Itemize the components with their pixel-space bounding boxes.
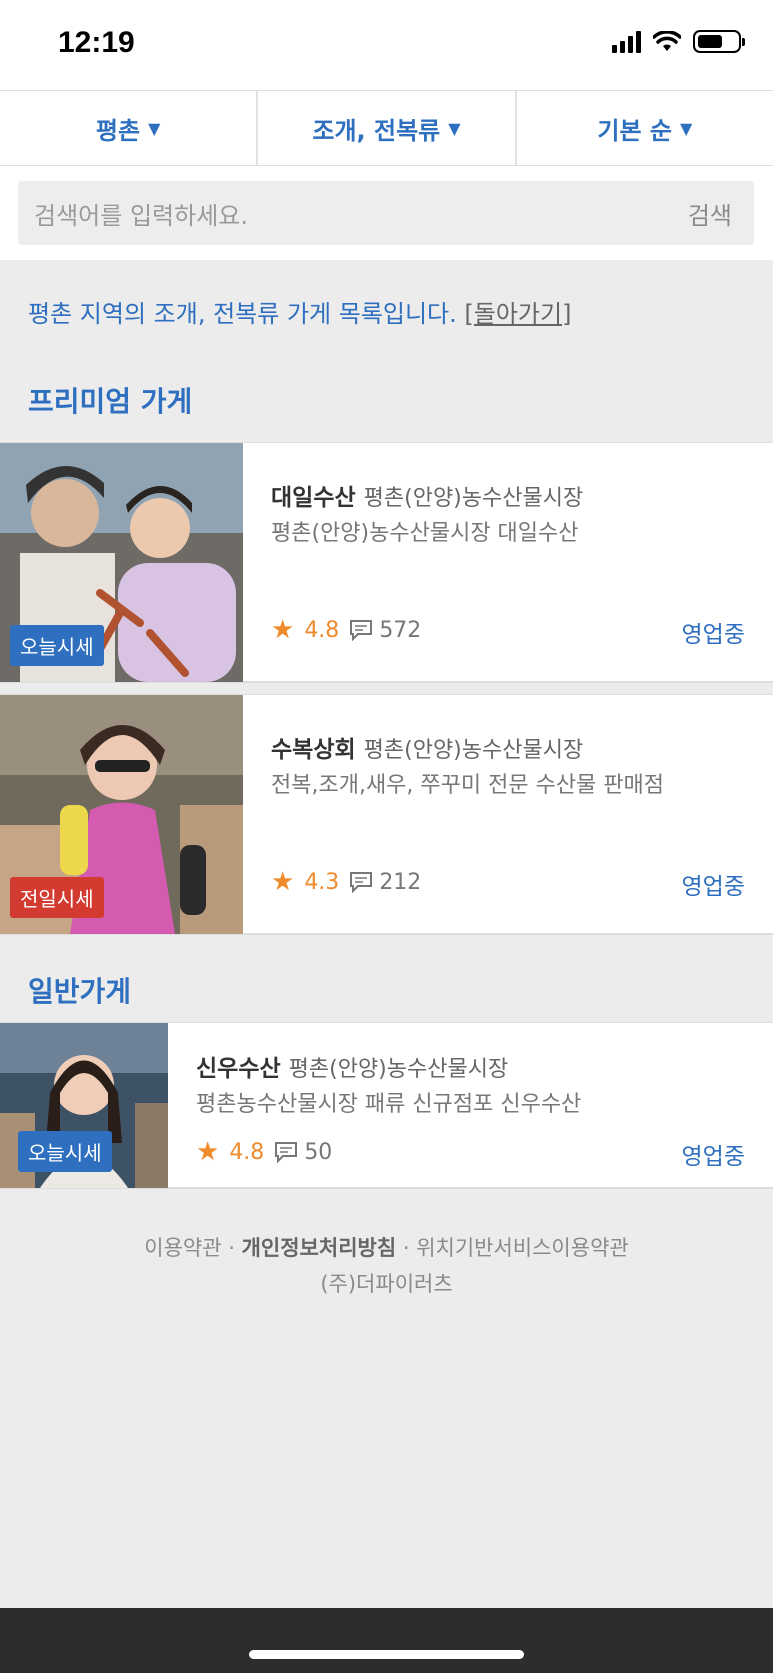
store-title: 신우수산 평촌(안양)농수산물시장 xyxy=(196,1049,508,1083)
store-meta: ★ 4.3 212 xyxy=(271,867,421,897)
company-name: (주)더파이러츠 xyxy=(320,1272,453,1296)
caret-down-icon: ▼ xyxy=(448,118,461,138)
search-area: 검색어를 입력하세요. 검색 xyxy=(0,166,773,260)
store-market: 평촌(안양)농수산물시장 xyxy=(288,1057,509,1082)
store-photo: 전일시세 xyxy=(0,695,243,934)
caret-down-icon: ▼ xyxy=(679,118,693,138)
category-filter-dropdown[interactable]: 조개, 전복류 ▼ xyxy=(258,91,517,165)
store-description: 전복,조개,새우, 쭈꾸미 전문 수산물 판매점 xyxy=(271,773,665,798)
store-meta: ★ 4.8 50 xyxy=(196,1137,332,1167)
notice-text: 평촌 지역의 조개, 전복류 가게 목록입니다. xyxy=(28,300,465,328)
location-terms-link[interactable]: 위치기반서비스이용약관 xyxy=(416,1236,629,1260)
bottom-bar xyxy=(0,1608,773,1673)
search-button[interactable]: 검색 xyxy=(688,196,732,231)
store-card[interactable]: 오늘시세 대일수산 평촌(안양)농수산물시장 평촌(안양)농수산물시장 대일수산 … xyxy=(0,442,773,683)
price-badge: 오늘시세 xyxy=(18,1131,112,1172)
footer-separator: · xyxy=(221,1236,242,1260)
list-notice: 평촌 지역의 조개, 전복류 가게 목록입니다. [돌아가기] xyxy=(28,294,571,329)
comment-icon xyxy=(350,620,373,641)
store-name: 수복상회 xyxy=(271,737,356,763)
store-rating: 4.8 xyxy=(304,617,340,643)
sort-filter-dropdown[interactable]: 기본 순 ▼ xyxy=(517,91,773,165)
star-icon: ★ xyxy=(271,615,295,645)
back-link[interactable]: [돌아가기] xyxy=(464,300,571,328)
review-count-value: 50 xyxy=(304,1139,333,1165)
review-count: 572 xyxy=(349,618,421,643)
footer-links: 이용약관 · 개인정보처리방침 · 위치기반서비스이용약관 xyxy=(0,1232,773,1262)
status-icons xyxy=(612,30,745,53)
store-card[interactable]: 전일시세 수복상회 평촌(안양)농수산물시장 전복,조개,새우, 쭈꾸미 전문 수… xyxy=(0,694,773,935)
review-count: 50 xyxy=(274,1140,332,1165)
store-description: 평촌(안양)농수산물시장 대일수산 xyxy=(271,521,579,546)
wifi-icon xyxy=(653,30,681,51)
open-status: 영업중 xyxy=(681,874,745,900)
comment-icon xyxy=(275,1142,298,1163)
store-market: 평촌(안양)농수산물시장 xyxy=(363,738,584,763)
star-icon: ★ xyxy=(196,1137,220,1167)
filter-bar: 평촌 ▼ 조개, 전복류 ▼ 기본 순 ▼ xyxy=(0,90,773,166)
sort-filter-label: 기본 순 xyxy=(597,116,672,145)
price-badge: 전일시세 xyxy=(10,877,104,918)
search-input[interactable]: 검색어를 입력하세요. xyxy=(34,196,248,231)
store-meta: ★ 4.8 572 xyxy=(271,615,421,645)
store-market: 평촌(안양)농수산물시장 xyxy=(363,486,584,511)
premium-section-title: 프리미엄 가게 xyxy=(28,385,193,418)
home-indicator[interactable] xyxy=(249,1650,524,1659)
battery-icon xyxy=(693,30,745,53)
general-section-title: 일반가게 xyxy=(28,975,132,1008)
search-box: 검색어를 입력하세요. 검색 xyxy=(18,181,754,245)
store-rating: 4.3 xyxy=(304,869,340,895)
price-badge: 오늘시세 xyxy=(10,625,104,666)
review-count-value: 572 xyxy=(379,617,422,643)
cellular-signal-icon xyxy=(612,30,641,53)
store-title: 수복상회 평촌(안양)농수산물시장 xyxy=(271,730,583,764)
terms-link[interactable]: 이용약관 xyxy=(144,1236,221,1260)
store-description: 평촌농수산물시장 패류 신규점포 신우수산 xyxy=(196,1092,582,1117)
store-photo: 오늘시세 xyxy=(0,1023,168,1188)
open-status: 영업중 xyxy=(681,1144,745,1170)
category-filter-label: 조개, 전복류 xyxy=(312,116,441,145)
star-icon: ★ xyxy=(271,867,295,897)
store-card[interactable]: 오늘시세 신우수산 평촌(안양)농수산물시장 평촌농수산물시장 패류 신규점포 신… xyxy=(0,1022,773,1189)
store-title: 대일수산 평촌(안양)농수산물시장 xyxy=(271,478,583,512)
review-count: 212 xyxy=(349,870,421,895)
store-name: 신우수산 xyxy=(196,1056,281,1082)
status-time: 12:19 xyxy=(58,26,135,59)
caret-down-icon: ▼ xyxy=(148,118,161,138)
comment-icon xyxy=(350,872,373,893)
privacy-policy-link[interactable]: 개인정보처리방침 xyxy=(242,1236,397,1260)
region-filter-label: 평촌 xyxy=(95,116,141,145)
store-rating: 4.8 xyxy=(229,1139,265,1165)
open-status: 영업중 xyxy=(681,622,745,648)
store-photo: 오늘시세 xyxy=(0,443,243,682)
review-count-value: 212 xyxy=(379,869,422,895)
region-filter-dropdown[interactable]: 평촌 ▼ xyxy=(0,91,259,165)
footer-separator: · xyxy=(396,1236,417,1260)
status-bar: 12:19 xyxy=(0,0,773,90)
store-name: 대일수산 xyxy=(271,485,356,511)
